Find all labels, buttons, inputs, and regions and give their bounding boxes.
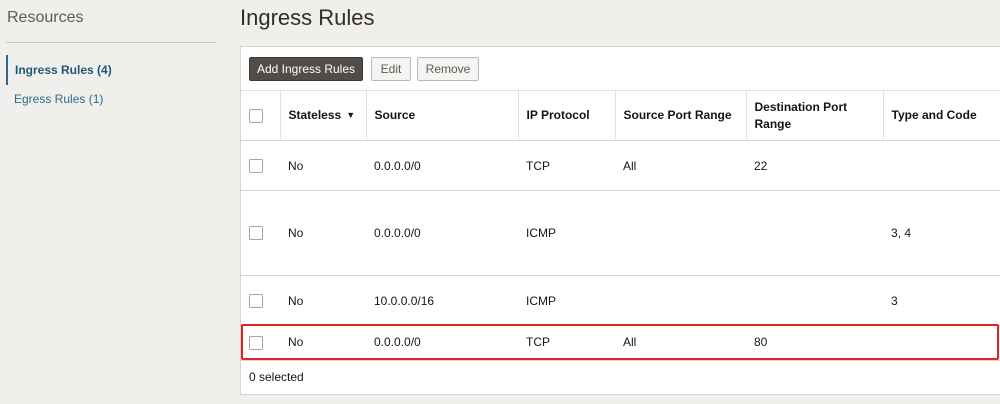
cell-stateless: No <box>280 275 366 326</box>
column-header-source: Source <box>365 90 518 141</box>
edit-button[interactable]: Edit <box>371 57 411 81</box>
cell-type-and-code <box>883 325 1000 359</box>
cell-ip-protocol: ICMP <box>518 275 615 326</box>
cell-destination-port-range: 22 <box>746 140 883 191</box>
row-checkbox-cell <box>241 140 280 191</box>
row-checkbox[interactable] <box>249 226 263 241</box>
table-row[interactable]: No 10.0.0.0/16 ICMP 3 <box>241 275 1000 326</box>
row-checkbox[interactable] <box>249 158 263 173</box>
sort-down-icon: ▼ <box>346 110 356 121</box>
cell-source: 0.0.0.0/0 <box>366 325 518 359</box>
cell-destination-port-range <box>746 275 883 326</box>
row-checkbox-cell <box>241 275 280 326</box>
cell-source-port-range: All <box>615 140 746 191</box>
cell-stateless: No <box>280 325 366 359</box>
ingress-rules-panel: Add Ingress Rules Edit Remove Stateless ▼… <box>240 46 1000 395</box>
cell-stateless: No <box>280 140 366 191</box>
table-header-row: Stateless ▼ Source IP Protocol Source Por… <box>241 90 1000 141</box>
column-header-source-port-range: Source Port Range <box>614 90 746 141</box>
cell-ip-protocol: TCP <box>518 140 615 191</box>
cell-source: 10.0.0.0/16 <box>366 275 518 326</box>
page-title: Ingress Rules <box>240 5 375 30</box>
cell-type-and-code: 3 <box>883 275 1000 326</box>
select-all-cell <box>241 90 280 141</box>
row-checkbox[interactable] <box>249 293 263 308</box>
cell-destination-port-range <box>746 190 883 276</box>
column-header-stateless-label: Stateless <box>288 107 342 122</box>
column-header-destination-port-range: Destination Port Range <box>745 90 883 141</box>
cell-source-port-range <box>615 275 746 326</box>
column-header-ip-protocol: IP Protocol <box>517 90 615 141</box>
column-header-stateless[interactable]: Stateless ▼ <box>279 90 366 141</box>
row-checkbox-cell <box>241 325 280 359</box>
sidebar-item-egress-rules[interactable]: Egress Rules (1) <box>6 84 214 114</box>
cell-source-port-range <box>615 190 746 276</box>
sidebar-item-ingress-rules[interactable]: Ingress Rules (4) <box>6 55 215 85</box>
cell-type-and-code <box>883 140 1000 191</box>
sidebar-title: Resources <box>7 9 84 26</box>
table-footer-divider <box>241 360 1000 361</box>
select-all-checkbox[interactable] <box>249 108 263 123</box>
row-checkbox[interactable] <box>249 335 263 350</box>
cell-ip-protocol: ICMP <box>518 190 615 276</box>
cell-source-port-range: All <box>615 325 746 359</box>
cell-destination-port-range: 80 <box>746 325 883 359</box>
remove-button[interactable]: Remove <box>417 57 479 81</box>
resources-sidebar: Resources Ingress Rules (4) Egress Rules… <box>0 0 220 404</box>
cell-ip-protocol: TCP <box>518 325 615 359</box>
column-header-type-and-code: Type and Code <box>882 90 1000 141</box>
table-row[interactable]: No 0.0.0.0/0 TCP All 22 <box>241 140 1000 191</box>
table-row[interactable]: No 0.0.0.0/0 TCP All 80 <box>241 325 1000 359</box>
selected-count: 0 selected <box>249 370 304 384</box>
sidebar-divider <box>6 42 216 43</box>
row-checkbox-cell <box>241 190 280 276</box>
table-row[interactable]: No 0.0.0.0/0 ICMP 3, 4 <box>241 190 1000 276</box>
cell-type-and-code: 3, 4 <box>883 190 1000 276</box>
cell-source: 0.0.0.0/0 <box>366 140 518 191</box>
cell-stateless: No <box>280 190 366 276</box>
add-ingress-rules-button[interactable]: Add Ingress Rules <box>249 57 363 81</box>
ingress-rules-table: Stateless ▼ Source IP Protocol Source Por… <box>241 90 1000 359</box>
cell-source: 0.0.0.0/0 <box>366 190 518 276</box>
